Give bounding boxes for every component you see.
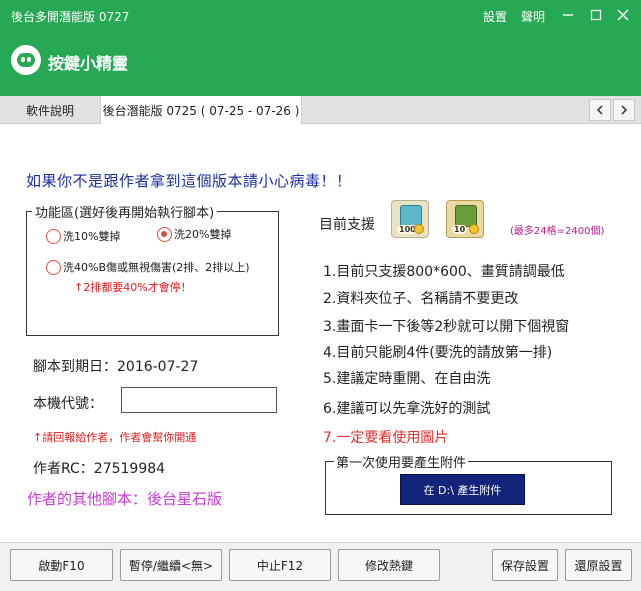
chevron-left-icon <box>596 105 603 115</box>
close-icon <box>617 9 629 21</box>
max-capacity-note: (最多24格=2400個) <box>510 226 605 237</box>
gem-cube-icon: 10 <box>446 200 484 238</box>
tab-strip: 軟件說明 後台潛能版 0725 ( 07-25 - 07-26 ) <box>0 96 641 125</box>
maximize-icon <box>590 9 602 21</box>
rule-6: 6.建議可以先拿洗好的測試 <box>323 401 491 417</box>
maximize-button[interactable] <box>585 4 607 26</box>
start-button[interactable]: 啟動F10 <box>10 549 113 581</box>
generate-attachment-button[interactable]: 在 D:\ 產生附件 <box>400 474 525 505</box>
minimize-button[interactable] <box>557 4 579 26</box>
machine-code-input[interactable] <box>121 387 277 413</box>
function-note: ↑2排都要40%才會停！ <box>74 281 192 294</box>
rule-1: 1.目前只支援800*600、畫質請調最低 <box>323 264 565 280</box>
stone-cube-icon: 100 <box>391 200 429 238</box>
title-links: 設置 聲明 <box>483 8 545 25</box>
rule-4: 4.目前只能刷4件(要洗的請放第一排) <box>323 345 553 361</box>
radio-icon <box>46 228 61 244</box>
tab-software-info[interactable]: 軟件說明 <box>0 96 100 124</box>
function-area-legend: 功能區(選好後再開始執行腳本) <box>32 202 218 221</box>
rule-5: 5.建議定時重開、在自由洗 <box>323 371 491 387</box>
radio-icon <box>46 259 61 275</box>
option-wash-40[interactable]: 洗40%B傷或無視傷害(2排、2排以上) <box>46 259 250 275</box>
rule-7: 7.一定要看使用圖片 <box>323 430 449 446</box>
pause-resume-button[interactable]: 暫停/繼續<無> <box>120 549 222 581</box>
tab-next-button[interactable] <box>613 99 635 121</box>
rule-2: 2.資料夾位子、名稱請不要更改 <box>323 291 519 307</box>
restore-settings-button[interactable]: 還原設置 <box>565 549 632 581</box>
option-wash-20[interactable]: 洗20%雙掉 <box>157 226 231 242</box>
virus-warning: 如果你不是跟作者拿到這個版本請小心病毒！！ <box>26 172 352 190</box>
option-wash-10[interactable]: 洗10%雙掉 <box>46 228 120 244</box>
close-button[interactable] <box>612 4 634 26</box>
stop-button[interactable]: 中止F12 <box>229 549 331 581</box>
radio-selected-icon <box>157 226 172 242</box>
option-label: 洗10%雙掉 <box>63 230 121 243</box>
report-note: ↑請回報給作者，作者會幫你開通 <box>33 431 197 444</box>
generate-attachment-legend: 第一次使用要產生附件 <box>334 452 469 471</box>
expiry-date: 腳本到期日：2016-07-27 <box>33 359 199 375</box>
app-title: 按鍵小精靈 <box>48 54 129 73</box>
statement-link[interactable]: 聲明 <box>521 8 545 25</box>
window-title: 後台多開潛能版 0727 <box>11 10 130 24</box>
other-scripts-link[interactable]: 作者的其他腳本：後台星石版 <box>27 488 222 509</box>
edit-hotkey-button[interactable]: 修改熱鍵 <box>338 549 440 581</box>
option-label: 洗40%B傷或無視傷害(2排、2排以上) <box>63 261 250 274</box>
coin-icon <box>469 224 479 234</box>
chevron-right-icon <box>621 105 628 115</box>
support-label: 目前支援 <box>319 217 375 233</box>
minimize-icon <box>563 14 573 16</box>
save-settings-button[interactable]: 保存設置 <box>492 549 558 581</box>
title-bar: 後台多開潛能版 0727 設置 聲明 按鍵小精靈 <box>0 0 641 96</box>
rule-3: 3.畫面卡一下後等2秒就可以開下個視窗 <box>323 319 570 335</box>
coin-icon <box>414 224 424 234</box>
machine-code-label: 本機代號： <box>33 396 103 412</box>
option-label: 洗20%雙掉 <box>174 228 232 241</box>
gem-badge: 10 <box>452 225 468 234</box>
settings-link[interactable]: 設置 <box>483 8 507 25</box>
tab-background-version[interactable]: 後台潛能版 0725 ( 07-25 - 07-26 ) <box>100 96 302 125</box>
author-rc: 作者RC：27519984 <box>33 461 166 477</box>
app-logo-icon <box>11 45 41 75</box>
tab-prev-button[interactable] <box>589 99 611 121</box>
